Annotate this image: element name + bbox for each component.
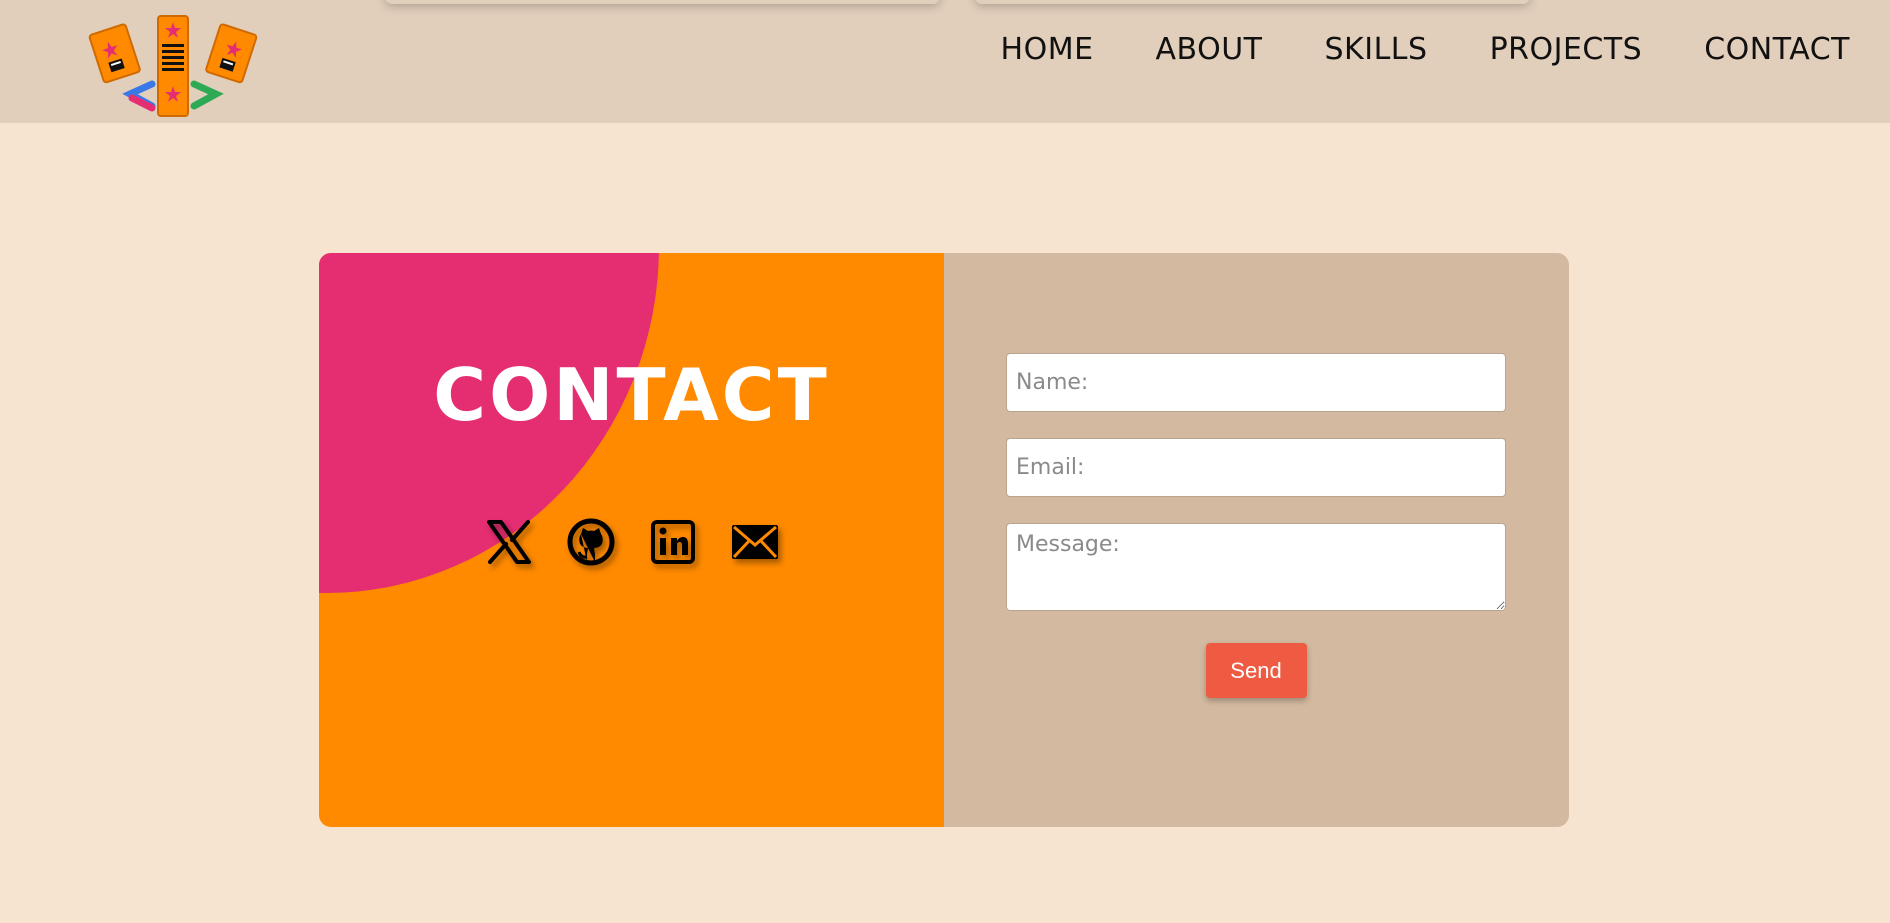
decorative-shadow (385, 0, 940, 4)
email-input[interactable] (1006, 438, 1506, 497)
nav-about[interactable]: ABOUT (1156, 28, 1263, 72)
nav-skills[interactable]: SKILLS (1325, 28, 1428, 72)
contact-form: Send (1006, 353, 1506, 698)
x-twitter-icon[interactable] (484, 517, 534, 567)
nav-projects[interactable]: PROJECTS (1490, 28, 1643, 72)
message-textarea[interactable] (1006, 523, 1506, 611)
site-header: HOME ABOUT SKILLS PROJECTS CONTACT (0, 0, 1890, 123)
mail-icon[interactable] (730, 517, 780, 567)
contact-info-panel: CONTACT (319, 253, 944, 827)
github-icon[interactable] (566, 517, 616, 567)
decorative-shadow (975, 0, 1530, 4)
social-links (319, 517, 944, 567)
name-input[interactable] (1006, 353, 1506, 412)
main-nav: HOME ABOUT SKILLS PROJECTS CONTACT (1001, 28, 1850, 72)
contact-title: CONTACT (433, 353, 830, 437)
site-logo[interactable] (88, 14, 258, 120)
contact-card: CONTACT Name: Email: Message: Send (319, 253, 1569, 827)
send-button[interactable]: Send (1205, 643, 1307, 698)
nav-home[interactable]: HOME (1001, 28, 1094, 72)
contact-form-panel: Send (944, 253, 1569, 827)
nav-contact[interactable]: CONTACT (1704, 28, 1850, 72)
linkedin-icon[interactable] (648, 517, 698, 567)
